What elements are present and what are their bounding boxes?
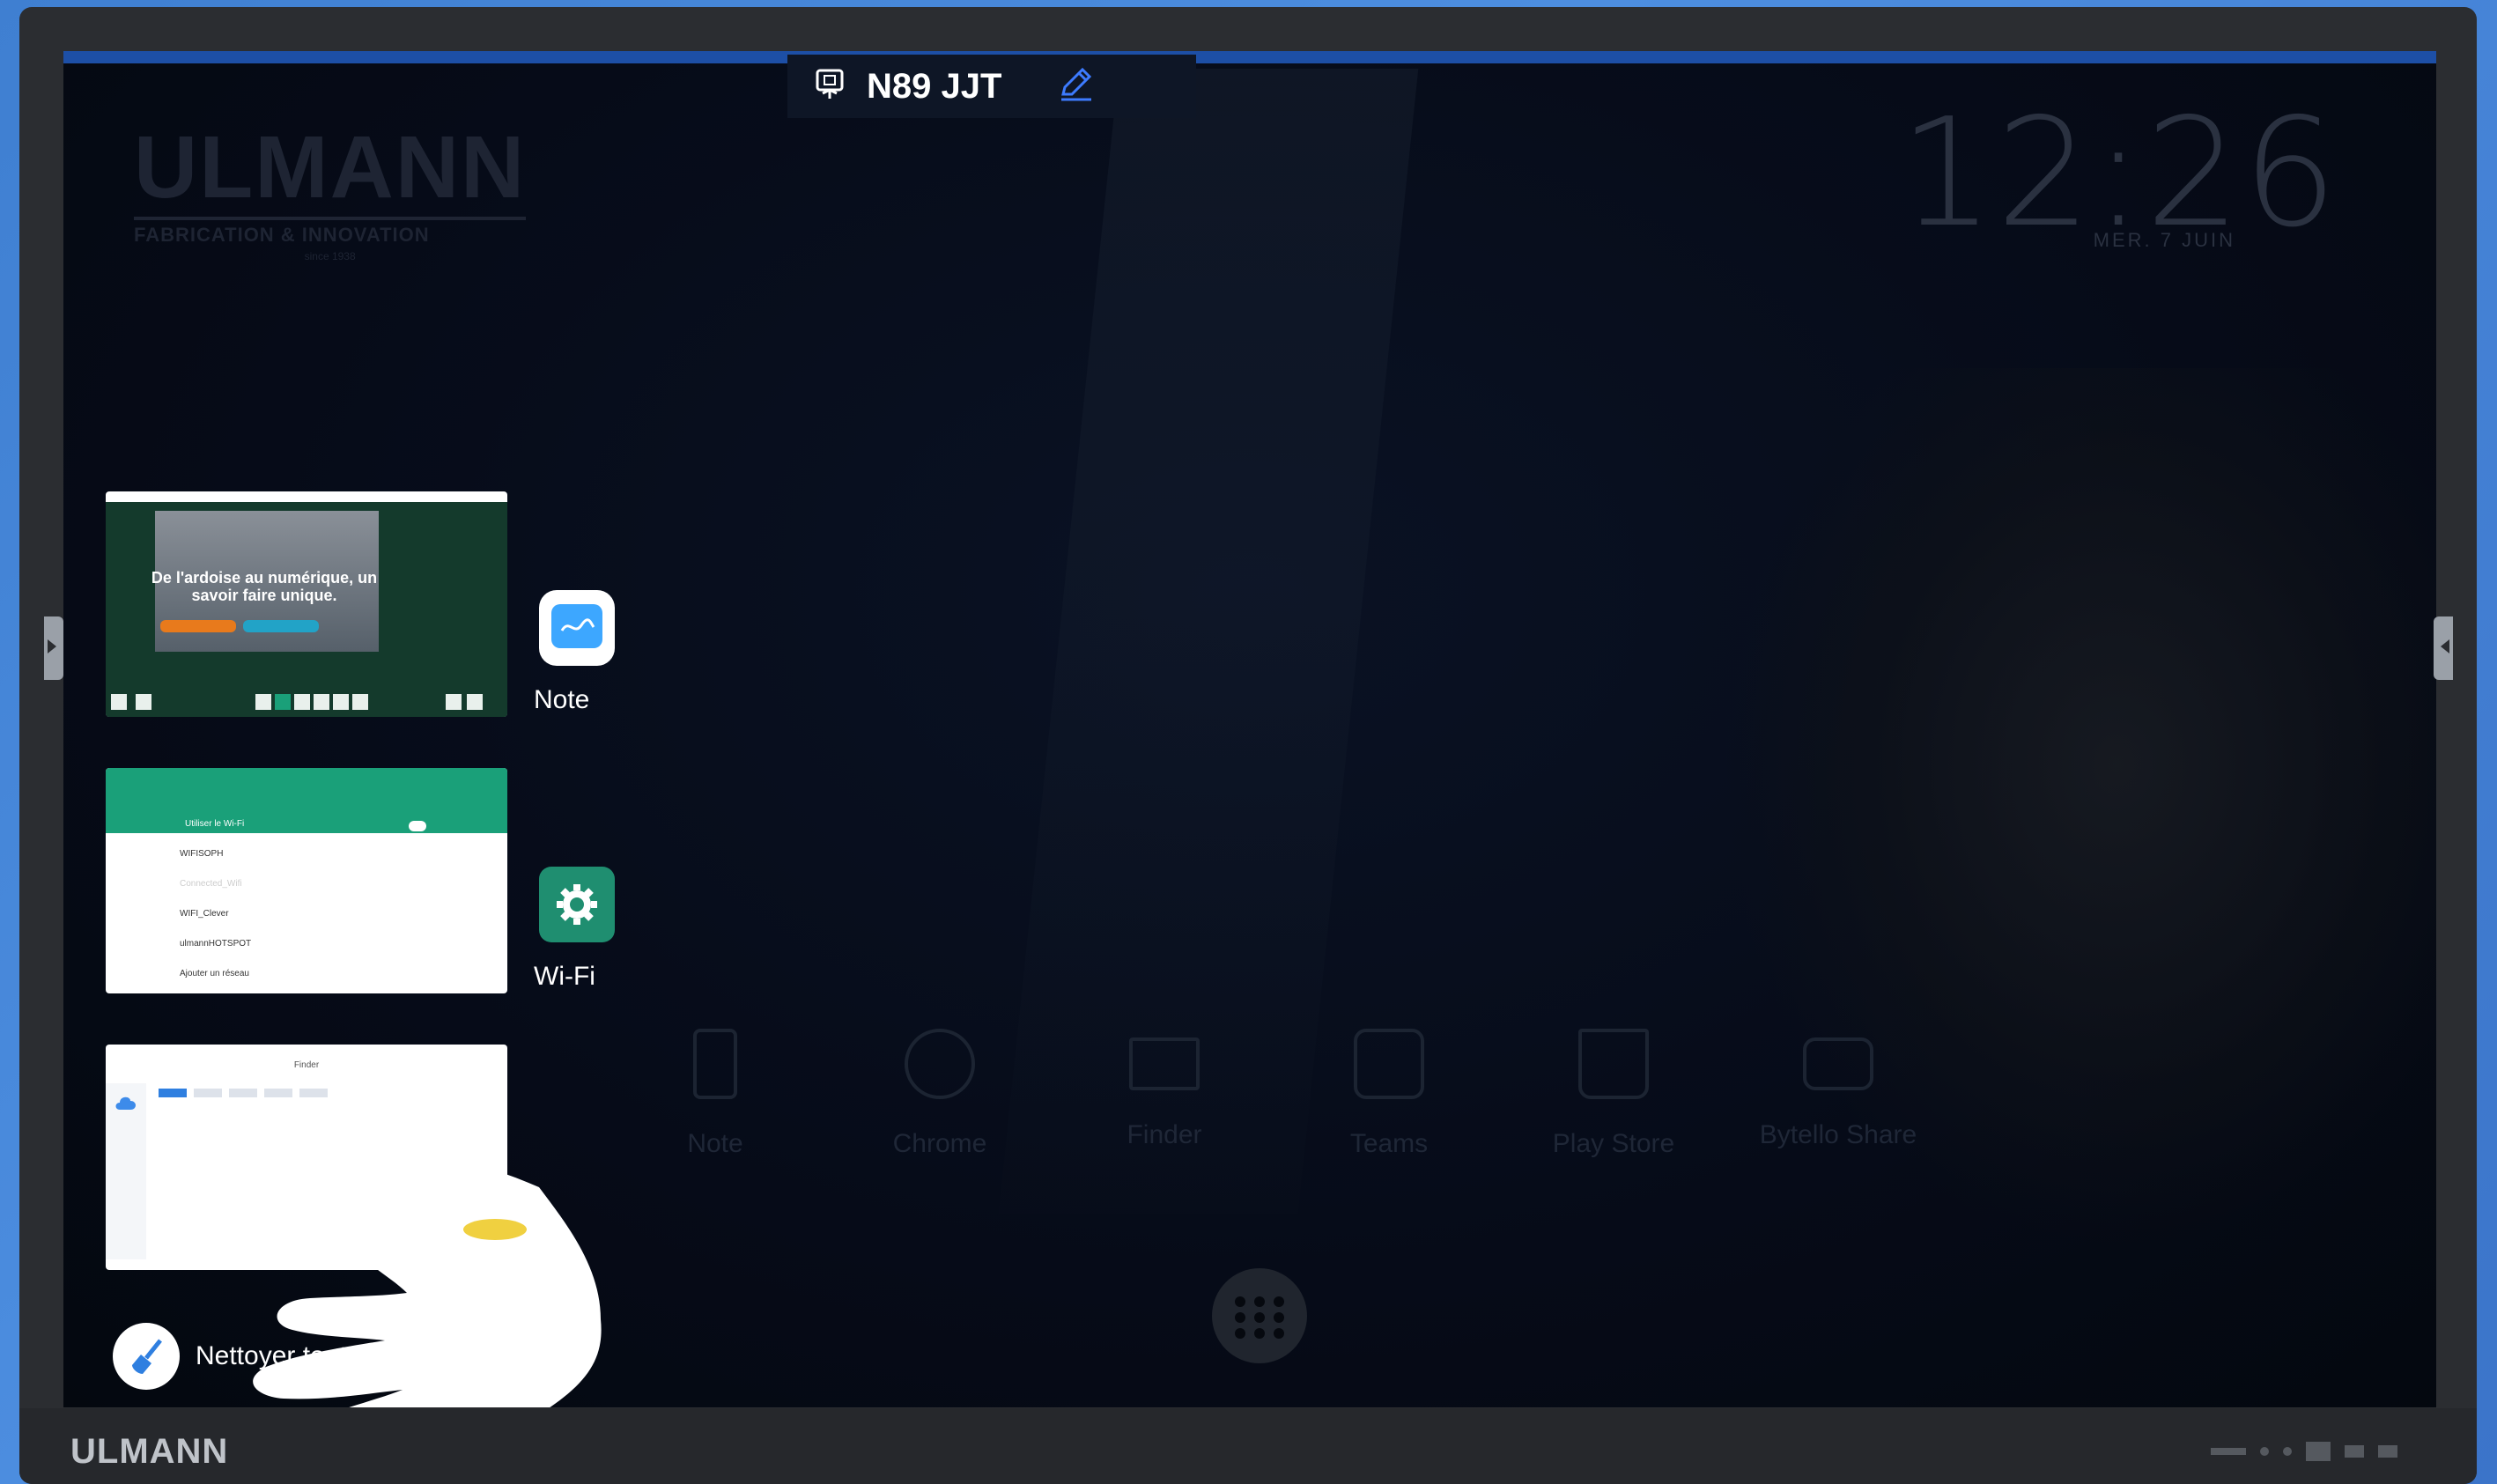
app-dock: Note Chrome Finder Teams Play Store Byte… <box>627 1029 2001 1205</box>
folder-icon <box>1129 1037 1200 1090</box>
dock-label: Teams <box>1349 1129 1429 1158</box>
left-edge-handle[interactable] <box>44 616 63 680</box>
logo-title: ULMANN <box>134 118 527 217</box>
finder-sidebar <box>106 1083 146 1259</box>
wifi-toggle <box>409 821 426 831</box>
room-name-chip[interactable]: N89 JJT <box>787 55 1196 118</box>
wifi-network: Ajouter un réseau <box>180 969 249 978</box>
bezel-bottom: ULMANN <box>19 1408 2477 1484</box>
dock-item-play-store[interactable]: Play Store <box>1526 1029 1702 1159</box>
home-screen: ULMANN FABRICATION & INNOVATION since 19… <box>63 51 2436 1407</box>
wifi-app-icon[interactable] <box>539 867 615 942</box>
dock-label: Play Store <box>1552 1129 1675 1158</box>
wifi-network: ulmannHOTSPOT <box>180 939 252 949</box>
wifi-network: Connected_Wifi <box>180 879 242 889</box>
front-ports <box>2211 1442 2397 1461</box>
broom-icon <box>113 1323 180 1390</box>
recent-label-note: Note <box>534 685 590 714</box>
finder-tabs <box>159 1089 328 1097</box>
room-name: N89 JJT <box>867 66 1002 106</box>
date: MER. 7 JUIN <box>2093 229 2235 251</box>
wifi-title: Utiliser le Wi-Fi <box>185 819 245 829</box>
logo-subtitle: FABRICATION & INNOVATION <box>134 217 527 247</box>
bezel-brand: ULMANN <box>70 1432 229 1471</box>
logo-tiny-text: since 1938 <box>304 250 356 262</box>
finder-title: Finder <box>293 1060 320 1070</box>
dock-item-teams[interactable]: Teams <box>1301 1029 1477 1159</box>
card-buttons <box>160 620 319 632</box>
card-toolbar <box>106 687 507 717</box>
all-apps-button[interactable] <box>1212 1268 1307 1363</box>
teams-icon <box>1354 1029 1424 1099</box>
top-accent-line <box>63 51 2436 63</box>
store-icon <box>1578 1029 1649 1099</box>
ulmann-logo: ULMANN FABRICATION & INNOVATION since 19… <box>134 118 527 262</box>
wifi-network: WIFISOPH <box>180 849 224 859</box>
dock-item-bytello-share[interactable]: Bytello Share <box>1750 1029 1926 1150</box>
presentation-icon <box>812 67 847 107</box>
dock-item-chrome[interactable]: Chrome <box>852 1029 1028 1159</box>
card-headline: De l'ardoise au numérique, un savoir fai… <box>151 569 378 604</box>
note-app-icon[interactable] <box>539 590 615 666</box>
right-edge-handle[interactable] <box>2434 616 2453 680</box>
dock-label: Chrome <box>892 1129 987 1158</box>
dock-item-finder[interactable]: Finder <box>1076 1029 1252 1150</box>
note-icon <box>693 1029 737 1099</box>
recent-card-note[interactable]: De l'ardoise au numérique, un savoir fai… <box>106 491 507 717</box>
share-icon <box>1803 1037 1873 1090</box>
chrome-icon <box>905 1029 975 1099</box>
wifi-header <box>106 768 507 833</box>
dock-label: Bytello Share <box>1759 1120 1917 1149</box>
hand-pointer-icon <box>253 1152 602 1407</box>
recent-label-wifi: Wi-Fi <box>534 962 595 991</box>
recent-card-wifi[interactable]: Utiliser le Wi-Fi WIFISOPH Connected_Wif… <box>106 768 507 993</box>
edit-pencil-icon[interactable] <box>1056 64 1097 109</box>
wifi-network: WIFI_Clever <box>180 909 229 919</box>
dock-label: Finder <box>1127 1120 1202 1149</box>
